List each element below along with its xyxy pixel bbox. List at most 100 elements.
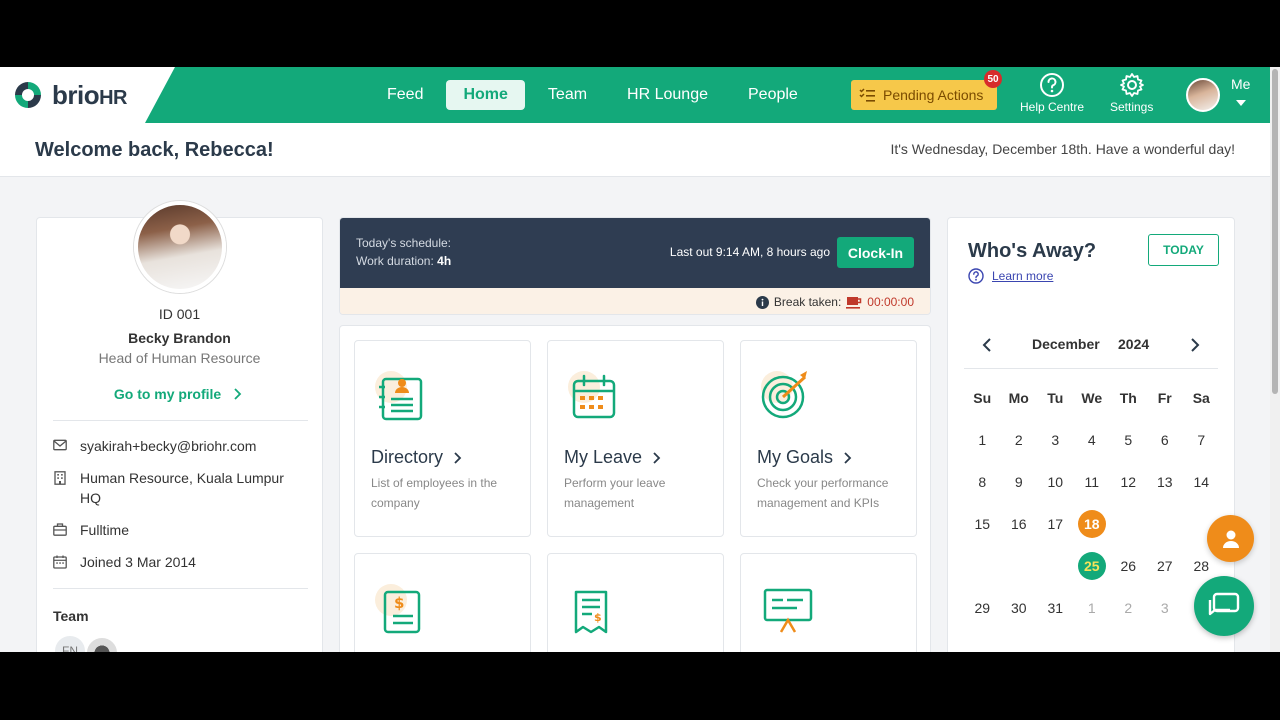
today-button[interactable]: TODAY	[1148, 234, 1219, 266]
employment-row: Fulltime	[53, 520, 308, 540]
calendar-day-cell[interactable]: 10	[1037, 468, 1074, 510]
calendar-day-cell[interactable]: 30	[1001, 594, 1038, 636]
chevron-right-icon	[234, 388, 242, 400]
chevron-right-icon[interactable]	[1190, 337, 1200, 353]
calendar-month[interactable]: December	[1032, 336, 1100, 352]
calendar-day-cell[interactable]: 7	[1183, 426, 1220, 468]
calendar-day: 13	[1156, 474, 1173, 490]
learn-more-label: Learn more	[992, 269, 1054, 283]
calendar-day-cell[interactable]: 6	[1147, 426, 1184, 468]
calendar-day-cell[interactable]: 25	[1074, 552, 1111, 594]
team-heading: Team	[53, 608, 89, 624]
chevron-right-icon	[653, 451, 661, 464]
clock-in-button[interactable]: Clock-In	[837, 237, 914, 268]
calendar-day-cell[interactable]: 1	[1074, 594, 1111, 636]
calendar-day: 6	[1160, 432, 1169, 448]
tile-my-leave[interactable]: My Leave Perform your leave management	[547, 340, 724, 537]
joined-value: Joined 3 Mar 2014	[80, 554, 196, 570]
calendar-day-cell[interactable]: 17	[1037, 510, 1074, 552]
calendar-day-cell[interactable]: 5	[1110, 426, 1147, 468]
break-bar: Break taken: 00:00:00	[340, 288, 930, 314]
calendar-day-cell[interactable]: 4	[1074, 426, 1111, 468]
calendar-day-cell[interactable]: 19	[1110, 510, 1147, 552]
nav-feed[interactable]: Feed	[370, 80, 440, 110]
calendar-day-cell[interactable]: 31	[1037, 594, 1074, 636]
email-value: syakirah+becky@briohr.com	[80, 438, 257, 454]
calendar-day-cell[interactable]: 2	[1110, 594, 1147, 636]
tile-claims[interactable]: $	[547, 553, 724, 652]
calendar-day-cell[interactable]: 26	[1110, 552, 1147, 594]
calendar-day-cell[interactable]: 8	[964, 468, 1001, 510]
calendar-day-cell[interactable]: 15	[964, 510, 1001, 552]
calendar-divider	[964, 368, 1218, 369]
calendar-day-cell[interactable]: 2	[1001, 426, 1038, 468]
payslip-icon: $	[375, 584, 421, 634]
gear-icon	[1119, 73, 1144, 97]
calendar-day: 11	[1084, 474, 1100, 490]
directory-icon	[375, 371, 423, 421]
tile-payslip[interactable]: $	[354, 553, 531, 652]
me-menu-label[interactable]: Me	[1231, 76, 1250, 92]
help-centre-button[interactable]: Help Centre	[1020, 72, 1084, 114]
calendar-day-cell[interactable]: 23	[1001, 552, 1038, 594]
schedule-card: Today's schedule: Work duration: 4h Last…	[339, 217, 931, 315]
calendar-day-cell[interactable]: 9	[1001, 468, 1038, 510]
help-icon	[968, 268, 984, 284]
calendar-day: 2	[1014, 432, 1023, 448]
calendar-day-cell[interactable]: 13	[1147, 468, 1184, 510]
page-scrollbar[interactable]	[1270, 67, 1280, 652]
calendar-year[interactable]: 2024	[1118, 336, 1149, 352]
work-duration-value: 4h	[437, 254, 452, 268]
calendar-day-cell[interactable]: 3	[1147, 594, 1184, 636]
calendar-day-cell[interactable]: 24	[1037, 552, 1074, 594]
calendar-weekday: Su	[973, 390, 992, 406]
calendar-weekday: Fr	[1157, 390, 1172, 406]
calendar-day-cell[interactable]: 27	[1147, 552, 1184, 594]
main-nav: Feed Home Team HR Lounge People	[370, 80, 821, 110]
break-taken: Break taken: 00:00:00	[755, 295, 914, 309]
last-out-status: Last out 9:14 AM, 8 hours ago	[669, 245, 830, 259]
calendar-day-cell[interactable]: 14	[1183, 468, 1220, 510]
target-icon	[761, 371, 807, 419]
pending-actions-button[interactable]: Pending Actions	[851, 80, 997, 110]
calendar-day-cell[interactable]: 22	[964, 552, 1001, 594]
nav-team[interactable]: Team	[531, 80, 604, 110]
tile-directory[interactable]: Directory List of employees in the compa…	[354, 340, 531, 537]
tile-directory-label: Directory	[371, 447, 444, 467]
nav-people[interactable]: People	[731, 80, 815, 110]
pending-count-badge: 50	[984, 70, 1002, 88]
calendar-day-cell[interactable]: 29	[964, 594, 1001, 636]
nav-hr-lounge[interactable]: HR Lounge	[610, 80, 725, 110]
people-quick-button[interactable]	[1207, 515, 1254, 562]
tile-my-goals[interactable]: My Goals Check your performance manageme…	[740, 340, 917, 537]
calendar-day-cell[interactable]: 11	[1074, 468, 1111, 510]
team-member-avatar[interactable]: FN	[55, 636, 85, 652]
employee-name: Becky Brandon	[128, 330, 231, 346]
calendar-day: 3	[1051, 432, 1060, 448]
calendar-day-cell[interactable]: 12	[1110, 468, 1147, 510]
brand-logo[interactable]: brioHR	[0, 67, 175, 123]
calendar-day-cell[interactable]: 1	[964, 426, 1001, 468]
tile-training[interactable]	[740, 553, 917, 652]
learn-more-link[interactable]: Learn more	[968, 268, 1053, 284]
nav-home[interactable]: Home	[446, 80, 525, 110]
chat-support-button[interactable]	[1194, 576, 1254, 636]
calendar-day: 15	[974, 516, 991, 532]
chevron-left-icon[interactable]	[982, 337, 992, 353]
calendar-day-cell[interactable]: 20	[1147, 510, 1184, 552]
team-member-avatar[interactable]	[85, 636, 119, 652]
settings-button[interactable]: Settings	[1110, 72, 1153, 114]
calendar-day-cell[interactable]: 16	[1001, 510, 1038, 552]
go-to-profile-link[interactable]: Go to my profile	[37, 386, 322, 402]
tile-my-leave-desc: Perform your leave management	[564, 476, 666, 510]
calendar-day: 26	[1120, 558, 1137, 574]
calendar-day: 10	[1047, 474, 1064, 490]
scrollbar-thumb[interactable]	[1272, 69, 1278, 394]
calendar-day-cell[interactable]: 18	[1074, 510, 1111, 552]
chevron-right-icon	[844, 451, 852, 464]
chevron-down-icon[interactable]	[1236, 100, 1246, 106]
divider	[53, 420, 308, 421]
go-to-profile-label: Go to my profile	[113, 386, 222, 402]
calendar-day-cell[interactable]: 3	[1037, 426, 1074, 468]
user-avatar[interactable]	[1186, 78, 1220, 112]
